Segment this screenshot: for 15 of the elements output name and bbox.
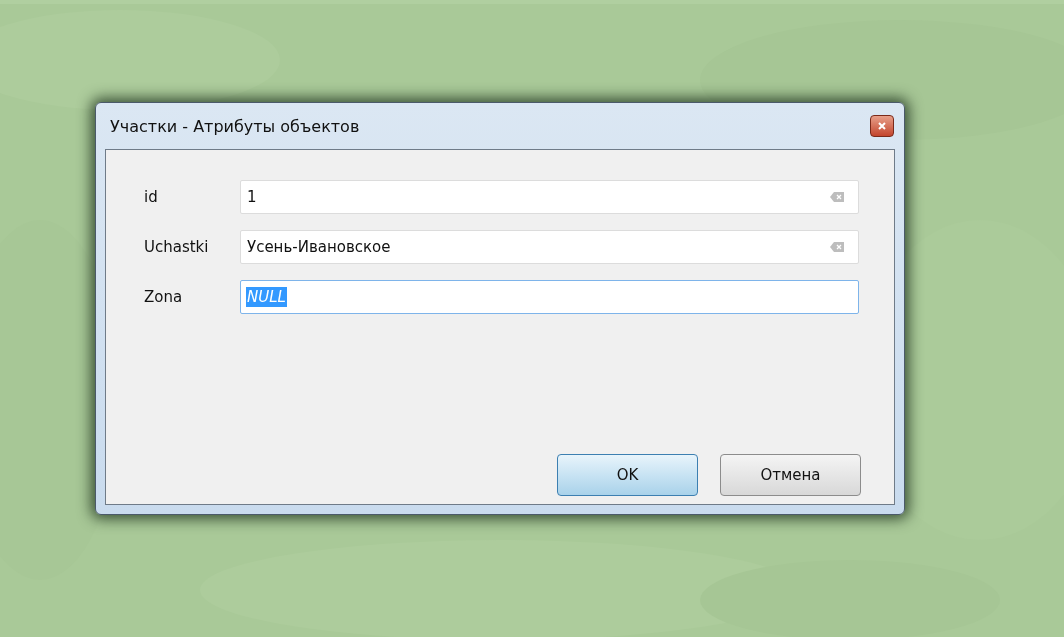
field-value: NULL (246, 287, 287, 307)
window-title: Участки - Атрибуты объектов (110, 116, 360, 136)
input-field[interactable]: Усень-Ивановское (240, 230, 859, 264)
field-label: Uchastki (144, 238, 210, 256)
dialog-button[interactable]: OK (557, 454, 698, 496)
field-value: 1 (246, 187, 258, 207)
field-label: id (144, 188, 159, 206)
clear-icon[interactable] (830, 192, 844, 202)
close-button[interactable] (870, 115, 894, 137)
input-field[interactable]: 1 (240, 180, 859, 214)
clear-icon[interactable] (830, 242, 844, 252)
field-value: Усень-Ивановское (246, 237, 392, 257)
close-icon (877, 121, 887, 131)
field-label: Zona (144, 288, 184, 306)
dialog-button[interactable]: Отмена (720, 454, 861, 496)
